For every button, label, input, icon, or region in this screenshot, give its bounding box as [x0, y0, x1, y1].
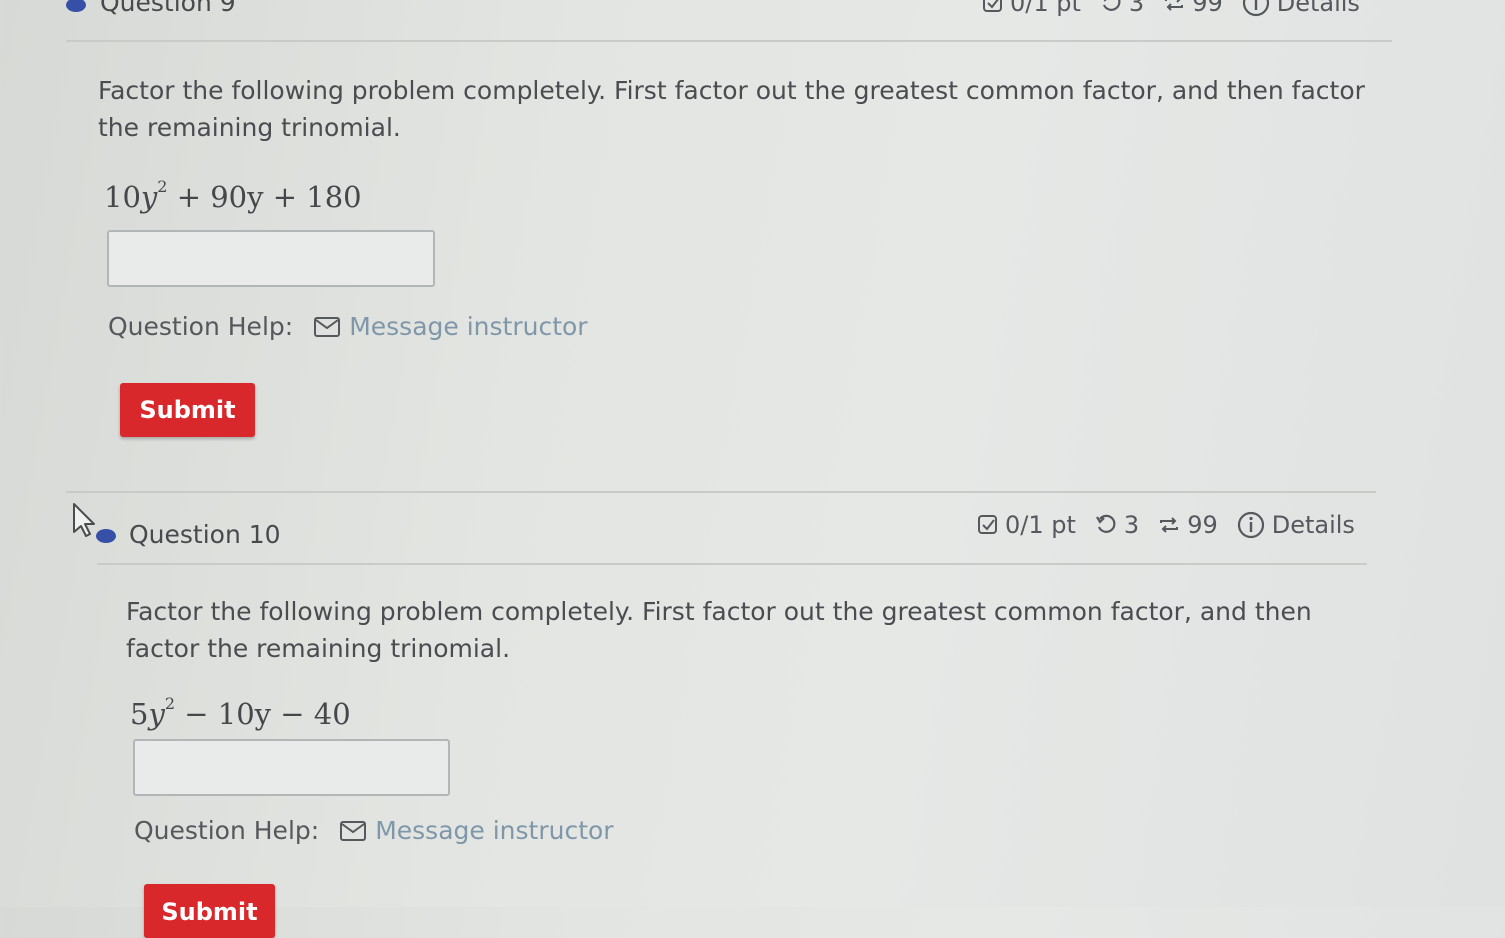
question-help: Question Help: Message instructor — [108, 312, 588, 341]
details-label: Details — [1271, 511, 1355, 539]
message-instructor-label: Message instructor — [375, 816, 614, 845]
mouse-cursor-icon — [73, 503, 95, 537]
points-value: 0/1 pt — [1010, 0, 1081, 17]
question-title: Question 9 — [100, 0, 236, 17]
question-status-dot — [96, 529, 116, 543]
checkbox-icon — [977, 514, 999, 536]
undo-icon — [1099, 0, 1123, 15]
question-title: Question 10 — [129, 520, 281, 549]
details-label: Details — [1276, 0, 1360, 17]
question-prompt: Factor the following problem completely.… — [126, 597, 1312, 663]
details-link[interactable]: Details — [1241, 0, 1360, 18]
attempts-value: 3 — [1128, 0, 1145, 17]
checkbox-icon — [982, 0, 1004, 14]
submit-button[interactable]: Submit — [144, 884, 275, 938]
divider — [66, 491, 1376, 493]
retry-icon — [1157, 513, 1181, 537]
divider — [97, 563, 1367, 565]
divider — [66, 40, 1392, 42]
submit-button[interactable]: Submit — [120, 383, 255, 437]
question-status-dot — [66, 0, 86, 12]
question-meta: 0/1 pt 3 99 Details — [982, 0, 1378, 18]
info-icon — [1236, 510, 1266, 540]
points-value: 0/1 pt — [1005, 511, 1076, 539]
retries-value: 99 — [1187, 511, 1218, 539]
details-link[interactable]: Details — [1236, 510, 1355, 540]
undo-icon — [1094, 513, 1118, 537]
message-instructor-label: Message instructor — [349, 312, 588, 341]
retry-icon — [1162, 0, 1186, 15]
message-instructor-link[interactable]: Message instructor — [313, 312, 588, 341]
question-help-label: Question Help: — [108, 312, 294, 341]
message-instructor-link[interactable]: Message instructor — [339, 816, 614, 845]
envelope-icon — [340, 820, 367, 841]
envelope-icon — [314, 316, 341, 337]
question-meta: 0/1 pt 3 99 Details — [977, 510, 1373, 540]
attempts-value: 3 — [1123, 511, 1140, 539]
math-expression: 5y2 − 10y − 40 — [130, 694, 351, 731]
answer-input[interactable] — [107, 230, 435, 287]
question-help-label: Question Help: — [134, 816, 320, 845]
question-help: Question Help: Message instructor — [134, 816, 614, 845]
info-icon — [1241, 0, 1271, 18]
retries-value: 99 — [1192, 0, 1223, 17]
math-expression: 10y2 + 90y + 180 — [104, 177, 362, 214]
question-prompt: Factor the following problem completely.… — [98, 76, 1365, 142]
answer-input[interactable] — [133, 739, 450, 796]
